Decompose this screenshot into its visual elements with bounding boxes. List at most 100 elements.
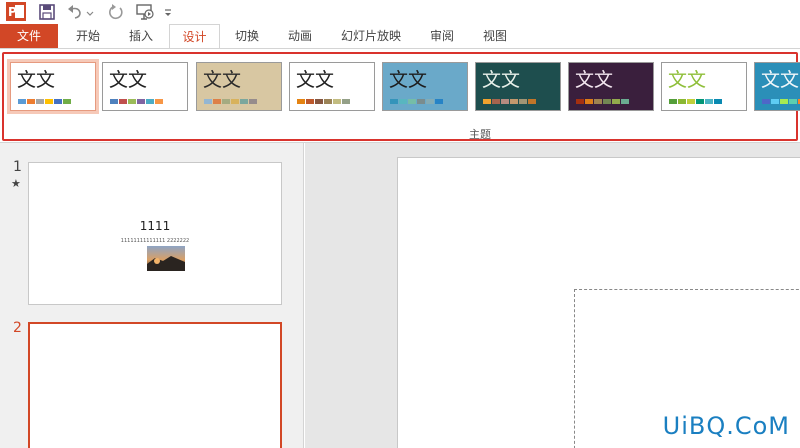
color-swatch xyxy=(612,99,620,104)
theme-title-sample: 文文 xyxy=(296,69,335,91)
svg-text:P: P xyxy=(8,5,17,19)
theme-title-sample: 文文 xyxy=(575,69,614,91)
color-swatch xyxy=(789,99,797,104)
color-swatch xyxy=(501,99,509,104)
theme-thumbnail[interactable]: 文文 xyxy=(196,62,282,111)
redo-icon[interactable] xyxy=(106,2,126,22)
color-swatch xyxy=(603,99,611,104)
color-swatch xyxy=(306,99,314,104)
theme-color-swatches xyxy=(297,99,351,104)
thumbnail-subtitle: 11111111111111 2222222 xyxy=(120,238,190,244)
color-swatch xyxy=(324,99,332,104)
color-swatch xyxy=(426,99,434,104)
color-swatch xyxy=(780,99,788,104)
tab-view[interactable]: 视图 xyxy=(470,24,520,48)
tab-home[interactable]: 开始 xyxy=(62,24,114,48)
tab-transitions[interactable]: 切换 xyxy=(222,24,272,48)
theme-title-sample: 文文 xyxy=(389,69,428,91)
tab-slideshow[interactable]: 幻灯片放映 xyxy=(330,24,412,48)
theme-color-swatches xyxy=(762,99,800,104)
color-swatch xyxy=(27,99,35,104)
tab-insert[interactable]: 插入 xyxy=(116,24,166,48)
theme-thumbnail[interactable]: 文文 xyxy=(568,62,654,111)
color-swatch xyxy=(621,99,629,104)
animation-star-icon: ★ xyxy=(11,177,21,190)
theme-title-sample: 文文 xyxy=(109,69,148,91)
sunset-landscape-photo xyxy=(147,246,185,271)
color-swatch xyxy=(594,99,602,104)
theme-color-swatches xyxy=(669,99,723,104)
color-swatch xyxy=(204,99,212,104)
color-swatch xyxy=(63,99,71,104)
color-swatch xyxy=(342,99,350,104)
theme-thumbnail[interactable]: 文文 xyxy=(754,62,800,111)
slide-editing-area xyxy=(305,143,800,448)
slide-thumbnail-1[interactable]: 1111 11111111111111 2222222 xyxy=(28,162,282,305)
color-swatch xyxy=(128,99,136,104)
color-swatch xyxy=(155,99,163,104)
color-swatch xyxy=(213,99,221,104)
ribbon-design-panel: 文文 文文 文文 文文 文文 文文 文文 文文 文文 主题 xyxy=(0,48,800,143)
undo-dropdown-icon[interactable] xyxy=(85,2,95,22)
theme-title-sample: 文文 xyxy=(203,69,242,91)
color-swatch xyxy=(36,99,44,104)
color-swatch xyxy=(231,99,239,104)
slideshow-from-beginning-icon[interactable] xyxy=(135,2,155,22)
ribbon-tabs: 文件 开始 插入 设计 切换 动画 幻灯片放映 审阅 视图 xyxy=(0,24,800,49)
color-swatch xyxy=(333,99,341,104)
theme-title-sample: 文文 xyxy=(482,69,521,91)
color-swatch xyxy=(705,99,713,104)
color-swatch xyxy=(408,99,416,104)
tab-review[interactable]: 审阅 xyxy=(417,24,467,48)
theme-color-swatches xyxy=(483,99,537,104)
color-swatch xyxy=(519,99,527,104)
theme-thumbnail[interactable]: 文文 xyxy=(382,62,468,111)
tab-design[interactable]: 设计 xyxy=(169,24,220,49)
themes-group-label: 主题 xyxy=(469,128,491,141)
color-swatch xyxy=(435,99,443,104)
color-swatch xyxy=(146,99,154,104)
color-swatch xyxy=(585,99,593,104)
tab-file[interactable]: 文件 xyxy=(0,24,58,48)
color-swatch xyxy=(222,99,230,104)
slide-thumbnail-2[interactable] xyxy=(28,322,282,448)
theme-color-swatches xyxy=(18,99,72,104)
color-swatch xyxy=(696,99,704,104)
color-swatch xyxy=(249,99,257,104)
color-swatch xyxy=(119,99,127,104)
color-swatch xyxy=(528,99,536,104)
color-swatch xyxy=(54,99,62,104)
color-swatch xyxy=(678,99,686,104)
theme-color-swatches xyxy=(204,99,258,104)
thumbnail-title: 1111 xyxy=(139,219,171,233)
color-swatch xyxy=(687,99,695,104)
color-swatch xyxy=(510,99,518,104)
color-swatch xyxy=(315,99,323,104)
current-slide[interactable] xyxy=(397,157,800,448)
color-swatch xyxy=(137,99,145,104)
theme-thumbnail[interactable]: 文文 xyxy=(475,62,561,111)
theme-color-swatches xyxy=(110,99,164,104)
tab-animations[interactable]: 动画 xyxy=(275,24,325,48)
color-swatch xyxy=(669,99,677,104)
color-swatch xyxy=(399,99,407,104)
color-swatch xyxy=(45,99,53,104)
color-swatch xyxy=(110,99,118,104)
theme-thumbnail[interactable]: 文文 xyxy=(102,62,188,111)
color-swatch xyxy=(18,99,26,104)
slide-number: 1 xyxy=(13,159,22,175)
undo-icon[interactable] xyxy=(66,2,84,22)
color-swatch xyxy=(483,99,491,104)
theme-thumbnail[interactable]: 文文 xyxy=(7,59,99,114)
theme-title-sample: 文文 xyxy=(761,69,800,91)
theme-thumbnail[interactable]: 文文 xyxy=(661,62,747,111)
color-swatch xyxy=(390,99,398,104)
color-swatch xyxy=(417,99,425,104)
customize-toolbar-icon[interactable] xyxy=(162,2,174,22)
powerpoint-logo-icon[interactable]: P xyxy=(6,2,26,21)
color-swatch xyxy=(762,99,770,104)
save-icon[interactable] xyxy=(37,2,57,22)
theme-title-sample: 文文 xyxy=(668,69,707,91)
theme-color-swatches xyxy=(390,99,444,104)
theme-thumbnail[interactable]: 文文 xyxy=(289,62,375,111)
